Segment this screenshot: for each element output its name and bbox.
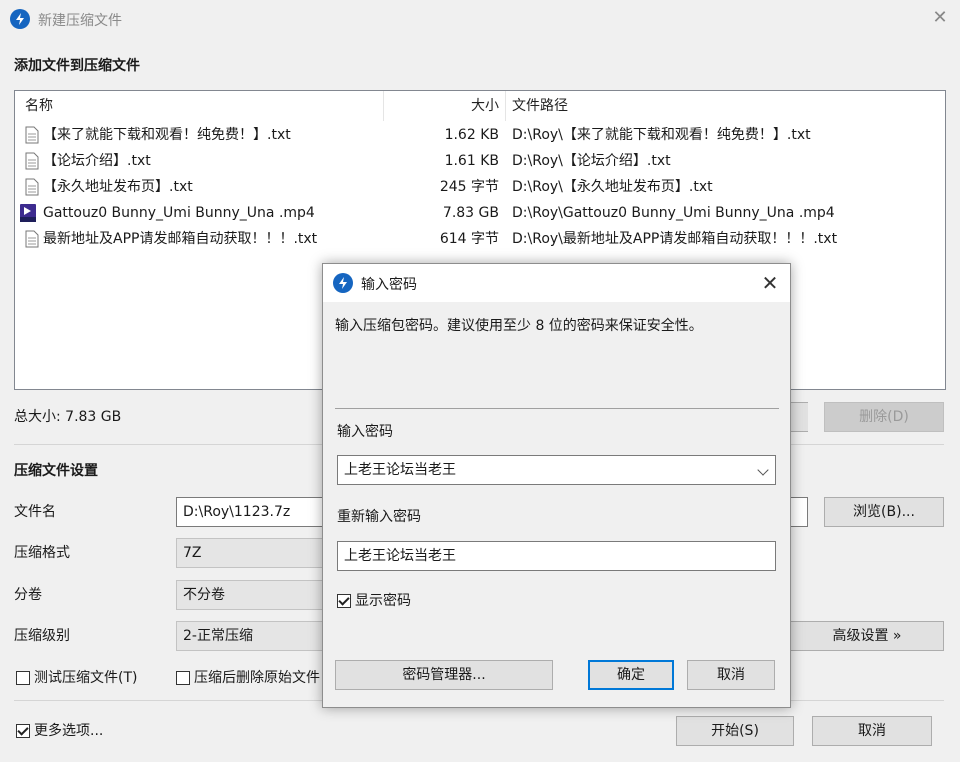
title-bar: 新建压缩文件 ✕ xyxy=(0,0,960,38)
file-name: 最新地址及APP请发邮箱自动获取！！！.txt xyxy=(43,231,318,247)
app-logo-icon xyxy=(10,9,30,29)
volume-label: 分卷 xyxy=(14,587,42,603)
file-name: 【永久地址发布页】.txt xyxy=(43,179,193,195)
total-size: 总大小: 7.83 GB xyxy=(14,409,122,425)
column-header-size[interactable]: 大小 xyxy=(395,91,499,121)
dialog-close-icon[interactable]: ✕ xyxy=(757,270,783,296)
file-name: 【论坛介绍】.txt xyxy=(43,153,151,169)
delete-after-checkbox[interactable] xyxy=(176,671,190,685)
dialog-cancel-button[interactable]: 取消 xyxy=(687,660,775,690)
column-divider[interactable] xyxy=(505,91,506,121)
reenter-password-label: 重新输入密码 xyxy=(337,509,421,525)
file-row[interactable]: 【论坛介绍】.txt 1.61 KB D:\Roy\【论坛介绍】.txt xyxy=(15,148,945,174)
test-archive-label[interactable]: 测试压缩文件(T) xyxy=(34,668,137,688)
test-archive-checkbox[interactable] xyxy=(16,671,30,685)
column-divider[interactable] xyxy=(383,91,384,121)
filename-label: 文件名 xyxy=(14,504,56,520)
dialog-title: 输入密码 xyxy=(361,277,417,293)
show-password-label[interactable]: 显示密码 xyxy=(355,591,411,611)
settings-heading: 压缩文件设置 xyxy=(14,463,98,479)
more-options-checkbox[interactable] xyxy=(16,724,30,738)
file-path: D:\Roy\Gattouz0 Bunny_Umi Bunny_Una .mp4 xyxy=(512,205,835,221)
column-header-name[interactable]: 名称 xyxy=(25,91,53,121)
text-file-icon xyxy=(25,126,39,144)
file-row[interactable]: 【永久地址发布页】.txt 245 字节 D:\Roy\【永久地址发布页】.tx… xyxy=(15,174,945,200)
file-size: 1.61 KB xyxy=(444,153,499,169)
delete-button[interactable]: 删除(D) xyxy=(824,402,944,432)
file-row[interactable]: 最新地址及APP请发邮箱自动获取！！！.txt 614 字节 D:\Roy\最新… xyxy=(15,226,945,252)
more-options-label[interactable]: 更多选项... xyxy=(34,721,103,741)
delete-after-label[interactable]: 压缩后删除原始文件 xyxy=(194,668,322,688)
chevron-down-icon[interactable] xyxy=(757,464,769,476)
start-button[interactable]: 开始(S) xyxy=(676,716,794,746)
format-label: 压缩格式 xyxy=(14,545,70,561)
add-files-heading: 添加文件到压缩文件 xyxy=(14,58,140,74)
password-value: 上老王论坛当老王 xyxy=(344,462,456,478)
window-close-icon[interactable]: ✕ xyxy=(928,6,952,30)
file-row[interactable]: 【来了就能下载和观看！纯免费！】.txt 1.62 KB D:\Roy\【来了就… xyxy=(15,122,945,148)
level-label: 压缩级别 xyxy=(14,628,70,644)
dialog-description: 输入压缩包密码。建议使用至少 8 位的密码来保证安全性。 xyxy=(335,318,703,334)
file-name: Gattouz0 Bunny_Umi Bunny_Una .mp4 xyxy=(43,205,315,221)
text-file-icon xyxy=(25,178,39,196)
browse-button[interactable]: 浏览(B)... xyxy=(824,497,944,527)
dialog-divider xyxy=(335,408,779,409)
file-path: D:\Roy\【来了就能下载和观看！纯免费！】.txt xyxy=(512,127,811,143)
column-header-path[interactable]: 文件路径 xyxy=(512,91,568,121)
password-manager-button[interactable]: 密码管理器... xyxy=(335,660,553,690)
cancel-button[interactable]: 取消 xyxy=(812,716,932,746)
file-size: 614 字节 xyxy=(439,231,499,247)
show-password-checkbox[interactable] xyxy=(337,594,351,608)
file-size: 7.83 GB xyxy=(442,205,499,221)
file-path: D:\Roy\最新地址及APP请发邮箱自动获取！！！.txt xyxy=(512,231,838,247)
volume-select[interactable]: 不分卷 xyxy=(176,580,326,610)
file-size: 245 字节 xyxy=(439,179,499,195)
dialog-title-bar: 输入密码 ✕ xyxy=(323,264,790,302)
advanced-settings-button[interactable]: 高级设置 » xyxy=(790,621,944,651)
text-file-icon xyxy=(25,230,39,248)
ok-button[interactable]: 确定 xyxy=(588,660,674,690)
password-label: 输入密码 xyxy=(337,424,393,440)
file-size: 1.62 KB xyxy=(444,127,499,143)
app-logo-icon xyxy=(333,273,353,293)
level-select[interactable]: 2-正常压缩 xyxy=(176,621,326,651)
video-file-icon xyxy=(20,204,36,222)
file-row[interactable]: Gattouz0 Bunny_Umi Bunny_Una .mp4 7.83 G… xyxy=(15,200,945,226)
password-input[interactable]: 上老王论坛当老王 xyxy=(337,455,776,485)
password-dialog: 输入密码 ✕ 输入压缩包密码。建议使用至少 8 位的密码来保证安全性。 输入密码… xyxy=(322,263,791,708)
file-path: D:\Roy\【论坛介绍】.txt xyxy=(512,153,671,169)
window-title: 新建压缩文件 xyxy=(38,13,122,29)
file-path: D:\Roy\【永久地址发布页】.txt xyxy=(512,179,713,195)
format-select[interactable]: 7Z xyxy=(176,538,326,568)
text-file-icon xyxy=(25,152,39,170)
file-name: 【来了就能下载和观看！纯免费！】.txt xyxy=(43,127,291,143)
reenter-password-input[interactable]: 上老王论坛当老王 xyxy=(337,541,776,571)
